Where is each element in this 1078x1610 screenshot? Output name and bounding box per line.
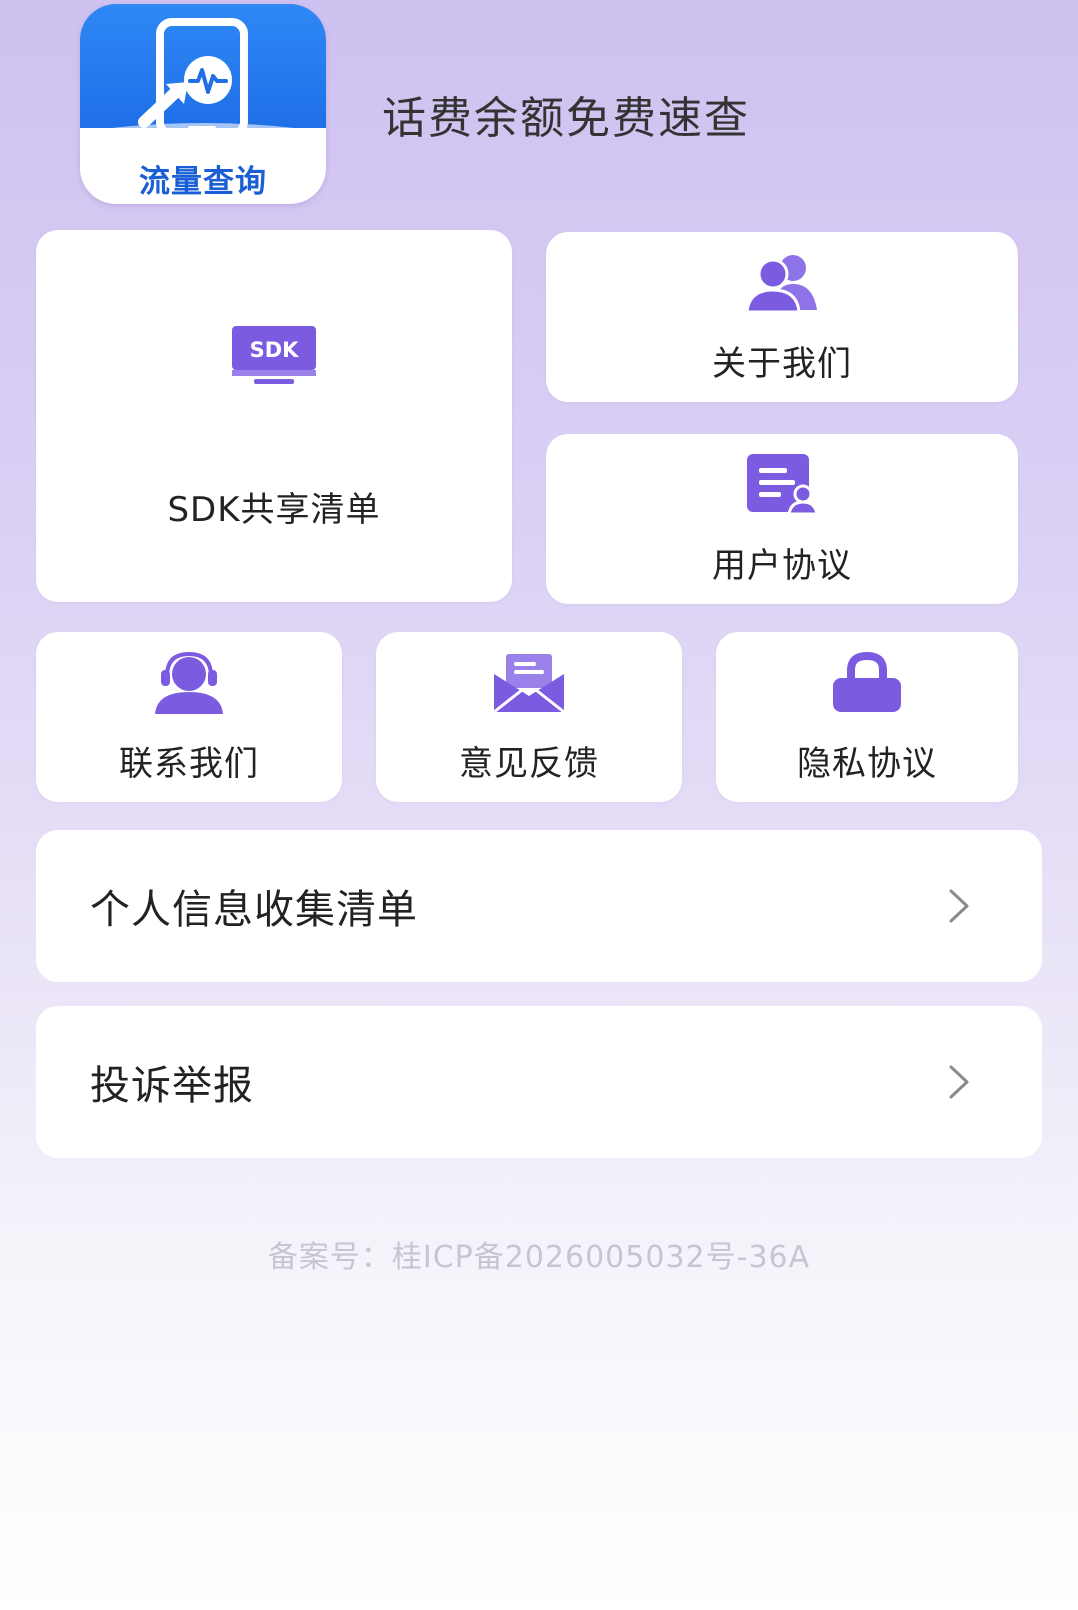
app-title: 话费余额免费速查 [382, 93, 750, 144]
personal-info-list-row[interactable]: 个人信息收集清单 [36, 830, 1042, 982]
complaint-report-row[interactable]: 投诉举报 [36, 1006, 1042, 1158]
sdk-icon-text: SDK [250, 338, 300, 362]
complaint-report-label: 投诉举报 [90, 1063, 254, 1109]
envelope-icon [493, 654, 565, 714]
privacy-agreement-label: 隐私协议 [797, 744, 937, 784]
personal-info-list-label: 个人信息收集清单 [90, 887, 418, 933]
about-us-card[interactable]: 关于我们 [546, 232, 1018, 402]
feedback-label: 意见反馈 [459, 744, 599, 784]
document-user-icon [747, 454, 819, 516]
about-us-label: 关于我们 [712, 344, 852, 384]
app-logo: 流量查询 [80, 4, 326, 204]
contact-us-card[interactable]: 联系我们 [36, 632, 342, 802]
sdk-share-list-card[interactable]: SDK SDK共享清单 [36, 230, 512, 602]
user-agreement-card[interactable]: 用户协议 [546, 434, 1018, 604]
headset-icon [155, 652, 223, 714]
user-agreement-label: 用户协议 [712, 546, 852, 586]
chevron-right-icon [949, 1065, 969, 1099]
sdk-share-list-label: SDK共享清单 [167, 490, 381, 530]
icp-filing-number: 备案号：桂ICP备2026005032号-36A [267, 1240, 811, 1275]
contact-us-label: 联系我们 [119, 744, 259, 784]
chevron-right-icon [949, 889, 969, 923]
lock-icon [833, 652, 901, 712]
privacy-agreement-card[interactable]: 隐私协议 [716, 632, 1018, 802]
sdk-icon: SDK [232, 326, 316, 384]
feedback-card[interactable]: 意见反馈 [376, 632, 682, 802]
app-header: 流量查询 话费余额免费速查 [0, 0, 1078, 220]
logo-text: 流量查询 [139, 164, 267, 200]
users-icon [745, 255, 817, 314]
